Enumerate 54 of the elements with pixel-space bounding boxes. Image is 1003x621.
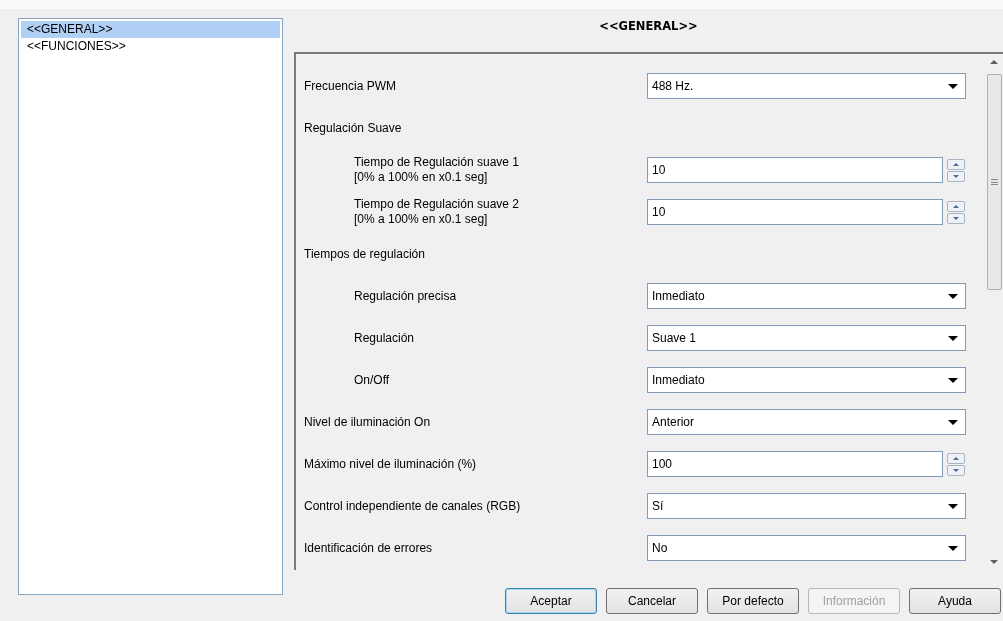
caret-icon: [948, 83, 958, 89]
field-note: [0% a 100% en x0.1 seg]: [354, 170, 489, 185]
spin-up-button[interactable]: [947, 200, 965, 212]
dropdown[interactable]: Inmediato: [647, 283, 966, 309]
field-note: [0% a 100% en x0.1 seg]: [354, 212, 489, 227]
field-label: Regulación: [354, 330, 416, 346]
field-label: Máximo nivel de iluminación (%): [304, 456, 478, 472]
spin-up-button[interactable]: [947, 452, 965, 464]
caret-icon: [948, 293, 958, 299]
spin-down-button[interactable]: [947, 212, 965, 224]
dropdown[interactable]: No: [647, 535, 966, 561]
dialog-button[interactable]: Aceptar: [505, 588, 597, 614]
spin-up-button[interactable]: [947, 158, 965, 170]
field-label: Tiempo de Regulación suave 2: [354, 197, 520, 212]
dialog-button[interactable]: Por defecto: [707, 588, 799, 614]
field-label: Control independiente de canales (RGB): [304, 498, 522, 514]
up-arrow-icon: [953, 456, 959, 460]
scroll-up-icon[interactable]: [990, 60, 998, 64]
caret-icon: [948, 545, 958, 551]
field-label: Nivel de iluminación On: [304, 414, 432, 430]
tree-item[interactable]: <<GENERAL>>: [21, 21, 280, 38]
scroll-down-icon[interactable]: [990, 560, 998, 564]
dropdown[interactable]: Suave 1: [647, 325, 966, 351]
field-label: Tiempo de Regulación suave 1: [354, 155, 520, 170]
number-field[interactable]: 100: [647, 451, 943, 477]
section-title: <<GENERAL>>: [599, 18, 698, 33]
up-arrow-icon: [953, 162, 959, 166]
caret-icon: [948, 377, 958, 383]
up-arrow-icon: [953, 204, 959, 208]
caret-icon: [948, 503, 958, 509]
field-label: Frecuencia PWM: [304, 78, 398, 94]
scroll-thumb[interactable]: [986, 74, 1002, 290]
spin-down-button[interactable]: [947, 464, 965, 476]
down-arrow-icon: [953, 468, 959, 472]
dropdown[interactable]: 488 Hz.: [647, 73, 966, 99]
caret-icon: [948, 419, 958, 425]
dropdown[interactable]: Sí: [647, 493, 966, 519]
dialog-button[interactable]: Cancelar: [606, 588, 698, 614]
section-heading: Regulación Suave: [304, 120, 403, 136]
dropdown[interactable]: Anterior: [647, 409, 966, 435]
down-arrow-icon: [953, 216, 959, 220]
number-field[interactable]: 10: [647, 157, 943, 183]
number-field[interactable]: 10: [647, 199, 943, 225]
field-label: Identificación de errores: [304, 540, 434, 556]
dialog-button[interactable]: Ayuda: [909, 588, 1001, 614]
caret-icon: [948, 335, 958, 341]
grip-icon: [990, 179, 998, 185]
section-heading: Tiempos de regulación: [304, 246, 426, 262]
field-label: Regulación precisa: [354, 288, 458, 304]
down-arrow-icon: [953, 174, 959, 178]
dropdown[interactable]: Inmediato: [647, 367, 966, 393]
tree-item[interactable]: <<FUNCIONES>>: [21, 38, 280, 55]
spin-down-button[interactable]: [947, 170, 965, 182]
field-label: On/Off: [354, 372, 391, 388]
